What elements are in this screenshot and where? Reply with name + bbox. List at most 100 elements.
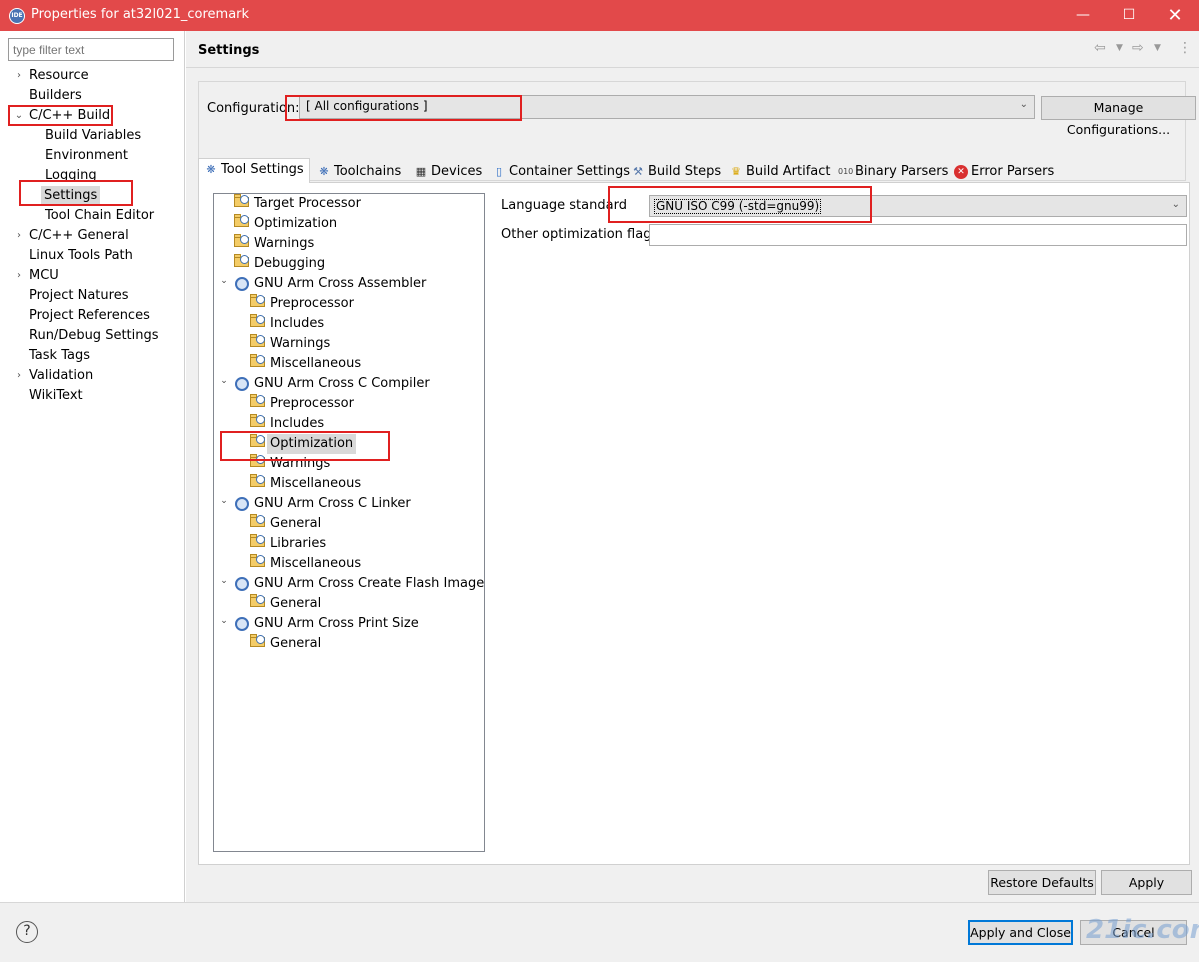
chevron-down-icon: ⌄ [1019,99,1028,110]
error-icon: ✕ [954,165,968,179]
chevron-right-icon[interactable]: › [13,66,25,86]
language-standard-label: Language standard [501,198,627,213]
tool-settings-icon: ❋ [206,163,216,176]
tree-item-ld-libraries[interactable]: Libraries [270,534,326,554]
nav-item-logging[interactable]: Logging [45,166,97,186]
other-flags-input[interactable] [649,224,1187,246]
back-arrow-icon[interactable]: ⇦ [1094,40,1106,56]
app-icon: IDE [9,8,25,24]
tree-item-asm-miscellaneous[interactable]: Miscellaneous [270,354,361,374]
chevron-right-icon[interactable]: › [13,226,25,246]
apply-and-close-button[interactable]: Apply and Close [968,920,1073,945]
other-flags-label: Other optimization flags [501,227,659,242]
tab-devices[interactable]: ▦ Devices [408,160,484,182]
title-bar: IDE Properties for at32l021_coremark — ☐… [0,0,1199,31]
filter-input[interactable] [8,38,174,61]
nav-item-resource[interactable]: Resource [29,66,89,86]
tree-item-optimization[interactable]: Optimization [254,214,337,234]
close-button[interactable]: ✕ [1152,0,1198,31]
nav-item-linux-tools-path[interactable]: Linux Tools Path [29,246,133,266]
chevron-down-icon[interactable]: ⌄ [219,276,229,286]
manage-configurations-button[interactable]: Manage Configurations... [1041,96,1196,137]
folder-settings-icon [250,314,266,328]
tab-build-artifact[interactable]: ♛ Build Artifact [723,160,831,182]
chevron-down-icon[interactable]: ⌄ [219,616,229,626]
nav-item-task-tags[interactable]: Task Tags [29,346,90,366]
language-standard-value: GNU ISO C99 (-std=gnu99) [654,199,822,214]
tab-container-settings[interactable]: ▯ Container Settings [486,160,630,182]
watermark-logo: 21ic.com [1086,915,1199,945]
nav-item-cpp-general[interactable]: C/C++ General [29,226,129,246]
history-nav: ⇦ ▼ ⇨ ▼ ⋮ [1092,40,1192,60]
folder-settings-icon [250,534,266,548]
nav-item-mcu[interactable]: MCU [29,266,59,286]
nav-item-wikitext[interactable]: WikiText [29,386,83,406]
tab-label: Build Steps [648,164,722,179]
tree-item-cc-includes[interactable]: Includes [270,414,324,434]
nav-item-settings[interactable]: Settings [41,186,101,206]
back-dropdown-icon[interactable]: ▼ [1116,43,1123,53]
nav-item-run-debug-settings[interactable]: Run/Debug Settings [29,326,159,346]
chevron-down-icon[interactable]: ⌄ [219,496,229,506]
tree-item-flash-image[interactable]: GNU Arm Cross Create Flash Image [254,574,484,594]
nav-item-build-variables[interactable]: Build Variables [45,126,141,146]
tree-item-asm-includes[interactable]: Includes [270,314,324,334]
folder-settings-icon [250,454,266,468]
tool-gear-icon [235,577,249,591]
tree-item-cc-optimization[interactable]: Optimization [267,434,357,454]
settings-tabs: ❋ Tool Settings ❋ Toolchains ▦ Devices ▯… [198,158,1058,183]
tree-item-warnings[interactable]: Warnings [254,234,314,254]
window-title: Properties for at32l021_coremark [31,7,250,22]
nav-item-builders[interactable]: Builders [29,86,82,106]
page-title: Settings [198,43,260,58]
tree-item-c-linker[interactable]: GNU Arm Cross C Linker [254,494,411,514]
nav-item-cpp-build[interactable]: C/C++ Build [29,106,110,126]
tree-item-cc-preprocessor[interactable]: Preprocessor [270,394,354,414]
menu-kebab-icon[interactable]: ⋮ [1178,40,1192,56]
maximize-button[interactable]: ☐ [1106,0,1152,31]
apply-button[interactable]: Apply [1101,870,1192,895]
tree-item-ld-general[interactable]: General [270,514,321,534]
minimize-button[interactable]: — [1060,0,1106,31]
tool-settings-tree[interactable]: Target Processor Optimization Warnings D… [213,193,485,852]
chevron-down-icon[interactable]: ⌄ [219,576,229,586]
tree-item-assembler[interactable]: GNU Arm Cross Assembler [254,274,426,294]
nav-item-project-natures[interactable]: Project Natures [29,286,128,306]
nav-item-tool-chain-editor[interactable]: Tool Chain Editor [45,206,154,226]
tree-item-ld-miscellaneous[interactable]: Miscellaneous [270,554,361,574]
tab-error-parsers[interactable]: ✕ Error Parsers [948,160,1055,182]
folder-settings-icon [250,334,266,348]
restore-defaults-button[interactable]: Restore Defaults [988,870,1096,895]
tab-build-steps[interactable]: ⚒ Build Steps [625,160,722,182]
tree-item-target-processor[interactable]: Target Processor [254,194,361,214]
tab-binary-parsers[interactable]: 010 Binary Parsers [832,160,949,182]
tree-item-flash-general[interactable]: General [270,594,321,614]
nav-item-environment[interactable]: Environment [45,146,128,166]
forward-arrow-icon[interactable]: ⇨ [1132,40,1144,56]
language-standard-select[interactable]: GNU ISO C99 (-std=gnu99) ⌄ [649,195,1187,217]
tree-item-c-compiler[interactable]: GNU Arm Cross C Compiler [254,374,430,394]
tree-item-debugging[interactable]: Debugging [254,254,325,274]
folder-settings-icon [250,514,266,528]
tree-item-print-size[interactable]: GNU Arm Cross Print Size [254,614,419,634]
nav-item-validation[interactable]: Validation [29,366,93,386]
nav-item-project-references[interactable]: Project References [29,306,150,326]
tree-item-cc-miscellaneous[interactable]: Miscellaneous [270,474,361,494]
tree-item-size-general[interactable]: General [270,634,321,654]
forward-dropdown-icon[interactable]: ▼ [1154,43,1161,53]
chevron-down-icon[interactable]: ⌄ [13,106,25,126]
configuration-select[interactable]: [ All configurations ] ⌄ [299,95,1035,119]
tab-toolchains[interactable]: ❋ Toolchains [311,160,407,182]
help-icon[interactable]: ? [16,921,38,943]
tab-tool-settings[interactable]: ❋ Tool Settings [198,158,310,183]
tree-item-cc-warnings[interactable]: Warnings [270,454,330,474]
header-divider [186,67,1199,68]
chevron-right-icon[interactable]: › [13,366,25,386]
tree-item-asm-warnings[interactable]: Warnings [270,334,330,354]
binary-file-icon: 010 [838,167,854,176]
chevron-right-icon[interactable]: › [13,266,25,286]
tab-label: Toolchains [334,164,402,179]
chevron-down-icon[interactable]: ⌄ [219,376,229,386]
tab-label: Binary Parsers [855,164,949,179]
tree-item-asm-preprocessor[interactable]: Preprocessor [270,294,354,314]
